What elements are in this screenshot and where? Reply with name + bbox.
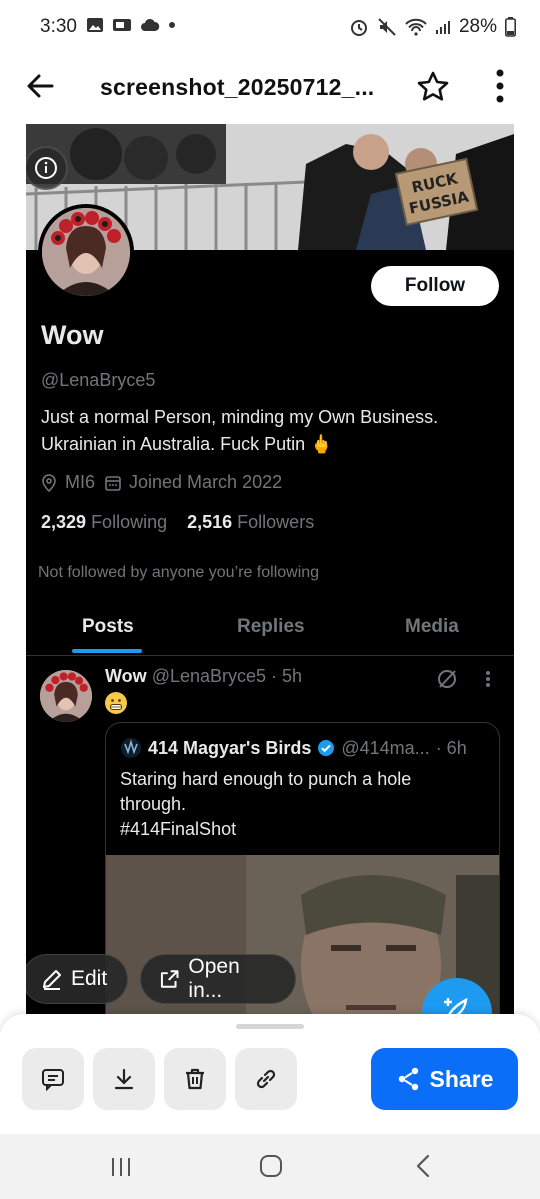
bio-line-2: Ukrainian in Australia. Fuck Putin 🖕 <box>41 434 333 454</box>
join-date: Joined March 2022 <box>105 472 282 493</box>
open-in-button[interactable]: Open in... <box>140 954 296 1004</box>
quoted-author-name: 414 Magyar's Birds <box>148 737 312 758</box>
quoted-author-handle: @414ma... <box>341 737 430 758</box>
status-left-icons <box>86 17 176 33</box>
share-button[interactable]: Share <box>371 1048 518 1110</box>
quoted-post-header: 414 Magyar's Birds @414ma... · 6h <box>120 737 467 759</box>
post-author-handle: @LenaBryce5 <box>151 666 267 686</box>
following-link[interactable]: 2,329 Following <box>41 512 167 533</box>
battery-percent: 28% <box>458 16 497 37</box>
system-nav-bar <box>0 1134 540 1199</box>
screen: 3:30 28% screenshot_20250712_... RUCK FU… <box>0 0 540 1199</box>
home-icon[interactable] <box>259 1154 283 1178</box>
status-time: 3:30 <box>40 16 77 37</box>
screenshot-image: RUCK FUSSIA Follow Wow @LenaBryce5 Just … <box>26 124 514 1014</box>
comment-button[interactable] <box>22 1048 84 1110</box>
back-arrow-icon[interactable] <box>24 70 56 102</box>
post-author-name: Wow <box>105 666 147 686</box>
more-vert-icon[interactable] <box>494 68 506 104</box>
location-pin-icon <box>42 473 56 492</box>
star-icon[interactable] <box>416 70 450 104</box>
location-text: MI6 <box>65 472 96 492</box>
quoted-avatar-icon <box>121 738 141 758</box>
tab-media[interactable]: Media <box>405 616 459 638</box>
avatar-photo <box>42 208 130 296</box>
file-title: screenshot_20250712_... <box>100 74 375 100</box>
edit-button[interactable]: Edit <box>26 954 128 1004</box>
tab-posts[interactable]: Posts <box>82 616 134 638</box>
followers-link[interactable]: 2,516 Followers <box>187 512 314 533</box>
following-count: 2,329 <box>41 512 87 532</box>
quoted-text-line-2: through. <box>120 794 187 814</box>
grok-icon[interactable] <box>436 668 458 690</box>
battery-icon <box>505 17 516 37</box>
not-followed-note: Not followed by anyone you’re following <box>38 564 320 581</box>
profile-avatar[interactable] <box>38 204 134 300</box>
download-icon <box>114 1068 134 1090</box>
profile-bio: Just a normal Person, minding my Own Bus… <box>41 404 496 458</box>
quoted-hashtag[interactable]: #414FinalShot <box>120 817 480 842</box>
following-label: Following <box>91 512 168 532</box>
share-label: Share <box>429 1065 494 1092</box>
signal-icon <box>435 21 450 34</box>
quoted-text: Staring hard enough to punch a hole thro… <box>120 767 480 842</box>
app-bar: screenshot_20250712_... <box>0 54 540 124</box>
link-button[interactable] <box>235 1048 297 1110</box>
compose-icon <box>444 997 468 1014</box>
alarm-icon <box>350 20 367 36</box>
tab-replies[interactable]: Replies <box>237 616 305 638</box>
grimace-emoji-icon <box>105 692 127 714</box>
share-icon <box>398 1067 418 1091</box>
dot-icon <box>169 22 175 28</box>
back-icon[interactable] <box>414 1154 432 1178</box>
open-in-label: Open in... <box>188 955 240 1002</box>
location: MI6 <box>41 472 95 493</box>
screenshot-icon <box>113 19 131 31</box>
post-age: · 5h <box>271 666 303 686</box>
link-icon <box>256 1069 276 1089</box>
calendar-icon <box>105 475 121 491</box>
gallery-icon <box>87 18 103 32</box>
edit-label: Edit <box>71 967 108 990</box>
profile-meta: MI6 Joined March 2022 <box>41 472 282 493</box>
joined-text: Joined March 2022 <box>129 472 283 492</box>
open-external-icon <box>160 970 179 988</box>
profile-name: Wow <box>41 320 104 350</box>
delete-button[interactable] <box>164 1048 226 1110</box>
quoted-text-line-1: Staring hard enough to punch a hole <box>120 769 412 789</box>
post-avatar[interactable] <box>40 670 92 722</box>
profile-stats: 2,329 Following 2,516 Followers <box>41 512 314 533</box>
status-right-icons: 28% <box>349 16 516 38</box>
info-icon <box>35 157 57 179</box>
cloud-icon <box>141 18 160 31</box>
post-more-icon[interactable] <box>485 670 491 688</box>
pencil-icon <box>43 970 61 990</box>
comment-icon <box>42 1069 64 1092</box>
sheet-handle[interactable] <box>236 1024 304 1029</box>
verified-badge-icon <box>318 740 335 756</box>
bio-line-1: Just a normal Person, minding my Own Bus… <box>41 407 439 427</box>
recents-icon[interactable] <box>110 1156 132 1178</box>
post-header: Wow @LenaBryce5 · 5h <box>105 666 302 687</box>
action-sheet: Share <box>0 1014 540 1134</box>
active-tab-indicator <box>72 649 142 653</box>
post-avatar-photo <box>40 670 92 722</box>
followers-count: 2,516 <box>187 512 233 532</box>
follow-button[interactable]: Follow <box>371 266 499 306</box>
profile-handle: @LenaBryce5 <box>41 370 156 390</box>
download-button[interactable] <box>93 1048 155 1110</box>
quoted-age: · 6h <box>435 737 467 758</box>
status-bar: 3:30 28% <box>0 0 540 54</box>
info-button[interactable] <box>26 146 68 190</box>
trash-icon <box>186 1068 204 1090</box>
wifi-icon <box>405 18 427 36</box>
followers-label: Followers <box>237 512 315 532</box>
mute-icon <box>378 18 396 36</box>
